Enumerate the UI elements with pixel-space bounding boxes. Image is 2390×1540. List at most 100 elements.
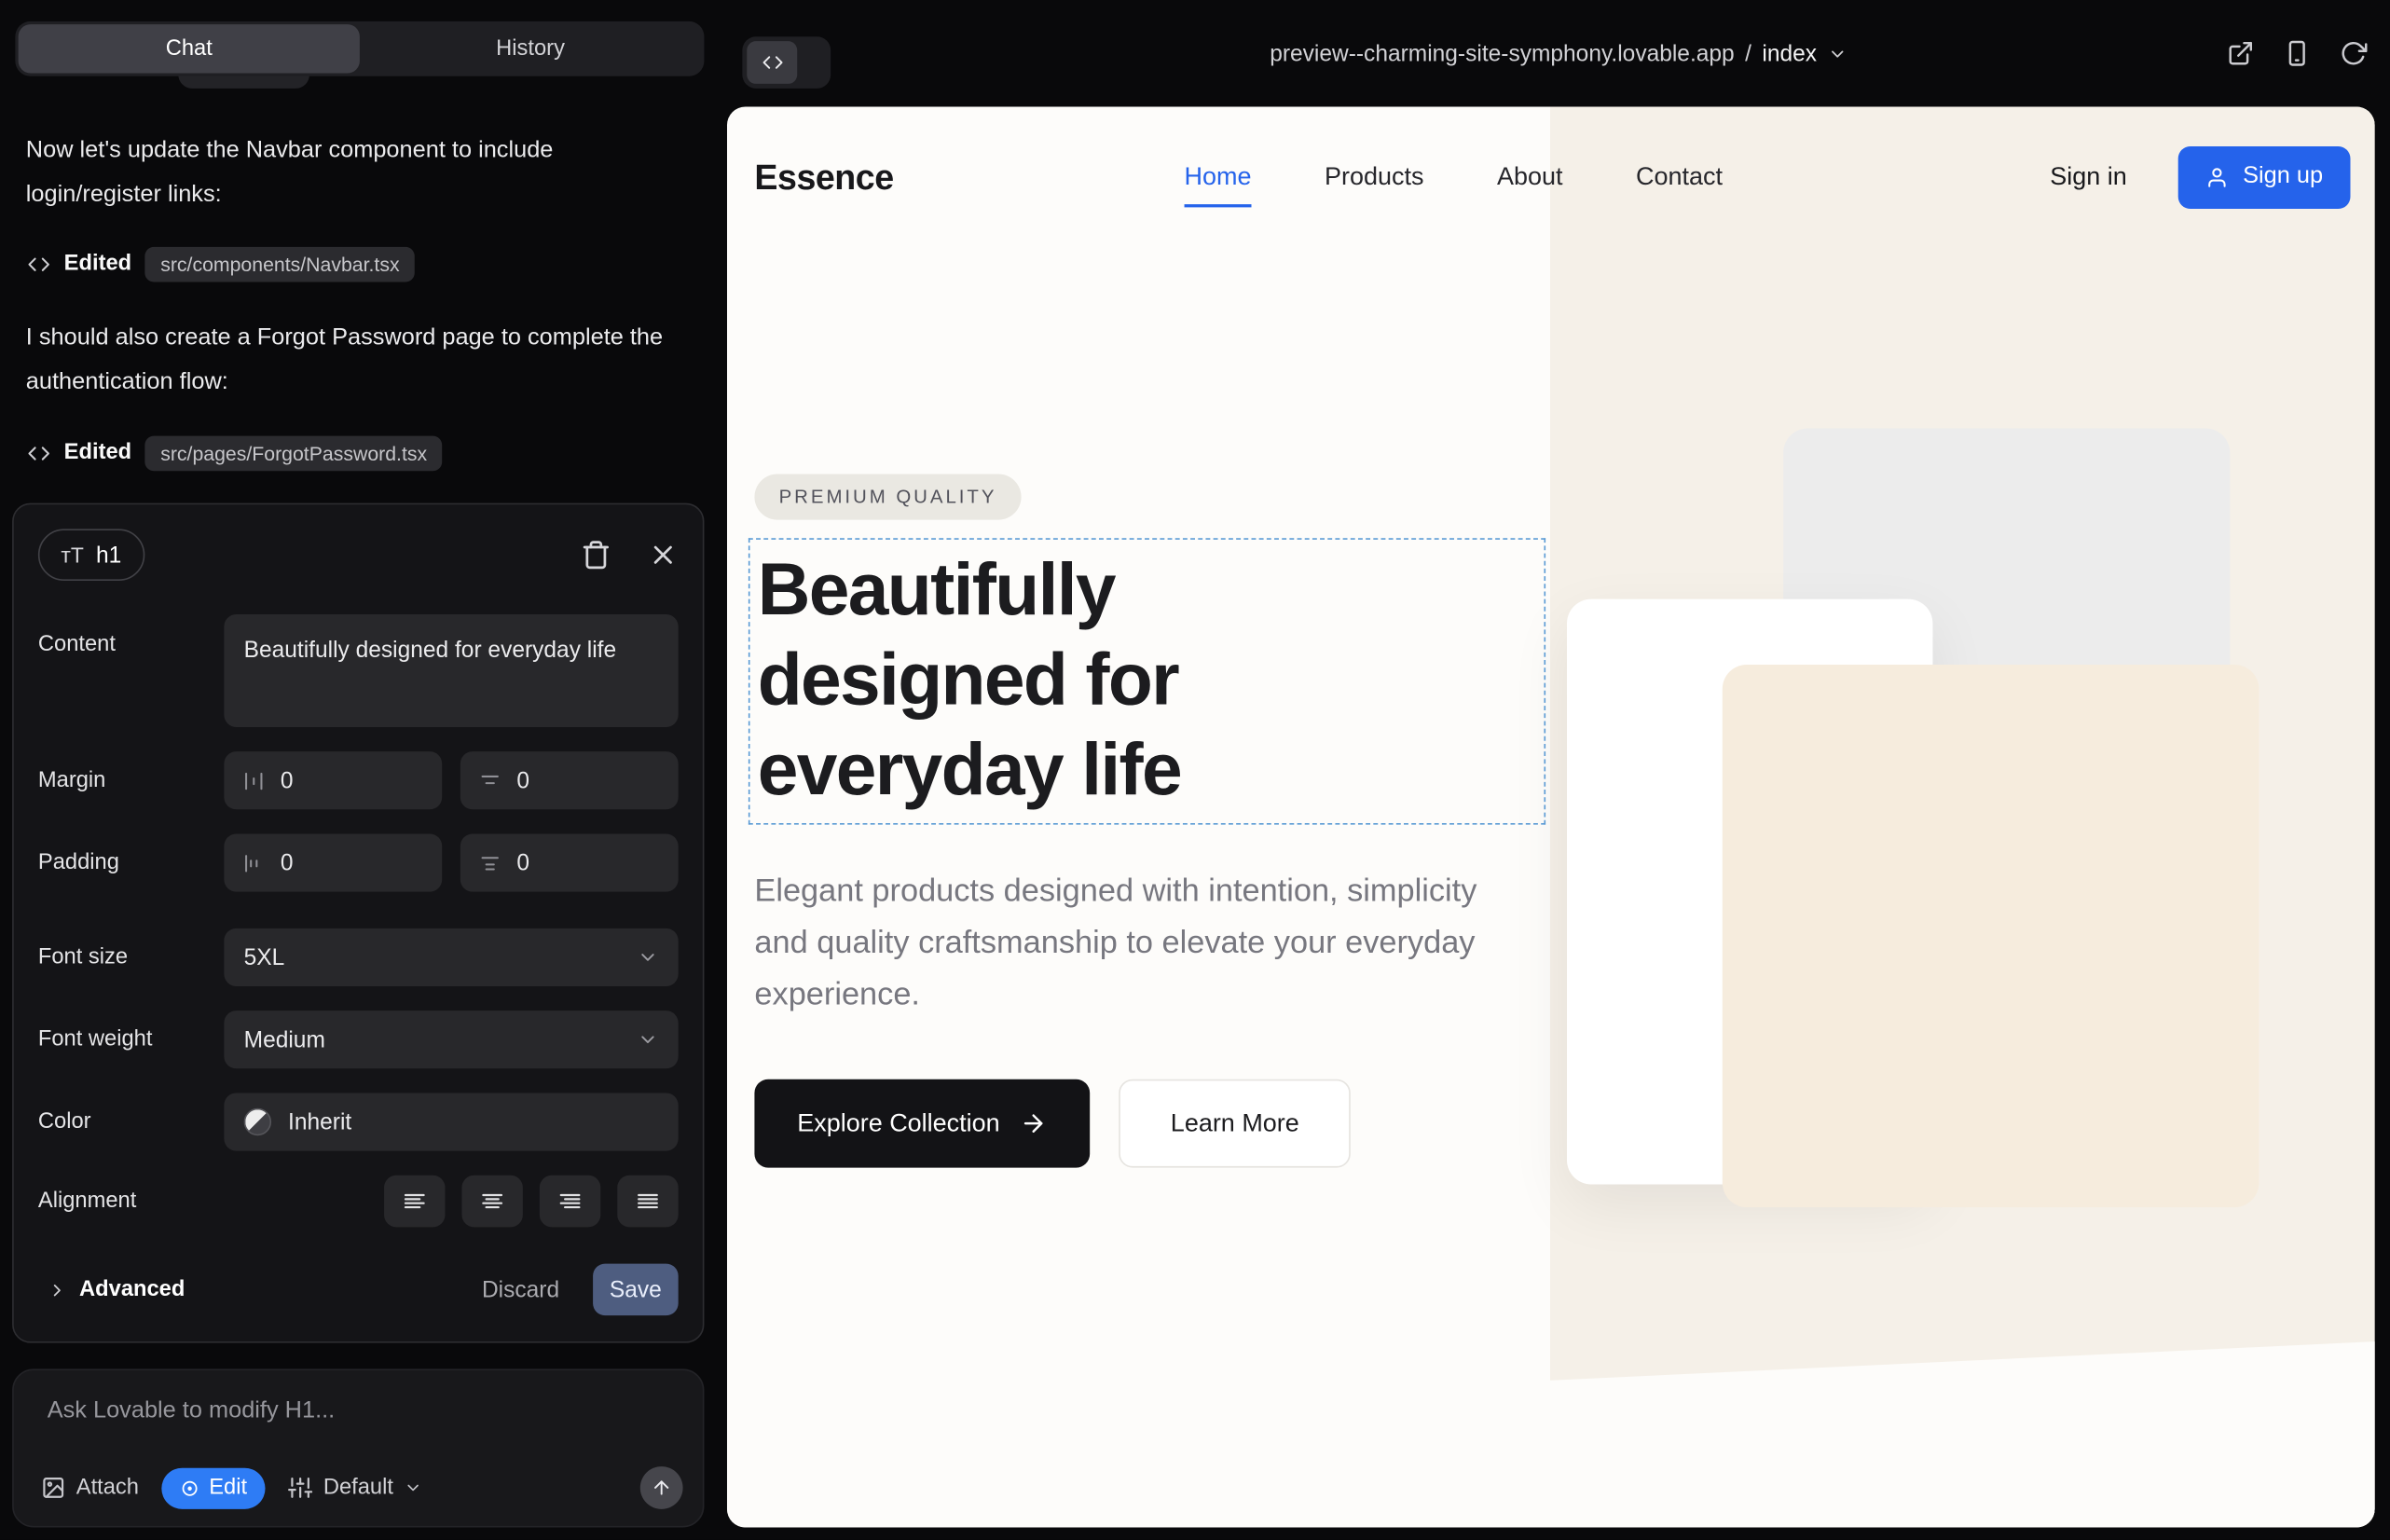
advanced-toggle[interactable]: Advanced [38,1277,185,1301]
h1-selection-box[interactable]: Beautifully designed for everyday life [749,538,1545,824]
nav-link-about[interactable]: About [1497,162,1563,191]
align-left-icon [403,1189,427,1213]
url-bar[interactable]: preview--charming-site-symphony.lovable.… [727,0,2390,106]
sign-up-button[interactable]: Sign up [2178,145,2350,208]
site-logo[interactable]: Essence [754,106,893,246]
align-right-icon [557,1189,582,1213]
edited-file-chip[interactable]: src/components/Navbar.tsx [145,246,415,282]
chevron-down-icon [638,1029,659,1051]
model-selector-label: Default [323,1476,393,1500]
sign-in-link[interactable]: Sign in [2050,162,2127,191]
code-icon [27,441,50,464]
prompt-composer: Attach Edit Default [12,1368,704,1527]
align-center-icon [480,1189,504,1213]
refresh-icon[interactable] [2340,40,2367,67]
learn-more-label: Learn More [1171,1109,1299,1138]
site-navbar: Essence Home Products About Contact Sign… [727,106,2375,246]
align-center-button[interactable] [461,1176,522,1228]
close-icon[interactable] [648,540,679,571]
font-size-select[interactable]: 5XL [224,928,678,986]
url-separator: / [1745,40,1751,66]
preview-actions [2227,0,2367,106]
arrow-up-icon [651,1478,672,1499]
edited-file-row: Edited src/pages/ForgotPassword.tsx [27,434,442,471]
padding-horizontal-icon [242,851,266,874]
padding-vertical-input[interactable]: 0 [460,833,679,891]
nav-link-products[interactable]: Products [1325,162,1423,191]
padding-horizontal-input[interactable]: 0 [224,833,442,891]
align-justify-icon [636,1189,660,1213]
content-label: Content [38,633,224,657]
chevron-down-icon [404,1478,422,1497]
margin-label: Margin [38,768,224,792]
font-size-label: Font size [38,945,224,969]
padding-horizontal-value: 0 [281,850,294,876]
delete-element-icon[interactable] [581,540,611,571]
align-left-button[interactable] [384,1176,445,1228]
model-selector[interactable]: Default [288,1476,422,1500]
margin-horizontal-value: 0 [281,767,294,793]
font-size-value: 5XL [244,944,638,970]
margin-vertical-input[interactable]: 0 [460,751,679,809]
hero-headline: Beautifully designed for everyday life [758,545,1310,815]
element-tag-label: h1 [96,542,121,568]
learn-more-button[interactable]: Learn More [1119,1079,1351,1168]
attach-button[interactable]: Attach [41,1476,139,1500]
content-field-row: Content Beautifully designed for everyda… [38,614,679,727]
save-button[interactable]: Save [593,1264,679,1316]
font-weight-field-row: Font weight Medium [38,1011,679,1068]
align-right-button[interactable] [540,1176,600,1228]
padding-vertical-value: 0 [516,850,529,876]
edited-label: Edited [64,252,131,276]
open-external-icon[interactable] [2227,40,2254,67]
preview-page-name: index [1762,40,1817,66]
tab-history[interactable]: History [360,24,701,73]
chat-message: Now let's update the Navbar component to… [26,128,691,216]
edited-file-row: Edited src/components/Navbar.tsx [27,245,415,282]
prompt-input[interactable] [44,1395,666,1464]
color-field-row: Color Inherit [38,1093,679,1150]
margin-horizontal-input[interactable]: 0 [224,751,442,809]
margin-horizontal-icon [242,769,266,792]
arrow-right-icon [1020,1109,1047,1136]
content-input[interactable]: Beautifully designed for everyday life [224,614,678,727]
discard-button[interactable]: Discard [482,1276,559,1302]
chat-panel: Chat History Now let's update the Navbar… [0,0,727,1540]
preview-toolbar: preview--charming-site-symphony.lovable.… [727,0,2390,106]
chevron-right-icon [48,1280,67,1299]
advanced-label: Advanced [79,1277,185,1301]
edit-mode-button[interactable]: Edit [162,1467,266,1508]
preview-url: preview--charming-site-symphony.lovable.… [1270,40,1735,66]
margin-vertical-value: 0 [516,767,529,793]
nav-link-home[interactable]: Home [1185,162,1252,191]
font-weight-select[interactable]: Medium [224,1011,678,1068]
edited-label: Edited [64,441,131,465]
mobile-view-icon[interactable] [2284,40,2311,67]
color-label: Color [38,1109,224,1134]
alignment-label: Alignment [38,1189,224,1213]
explore-collection-button[interactable]: Explore Collection [754,1079,1090,1168]
target-icon [180,1478,199,1497]
align-justify-button[interactable] [617,1176,678,1228]
send-button[interactable] [640,1466,683,1509]
edited-file-chip[interactable]: src/pages/ForgotPassword.tsx [145,435,443,471]
nav-link-contact[interactable]: Contact [1636,162,1723,191]
alignment-field-row: Alignment [38,1176,679,1228]
chevron-down-icon [1828,44,1847,63]
color-select[interactable]: Inherit [224,1093,678,1150]
editor-footer: Advanced Discard Save [38,1264,679,1316]
padding-label: Padding [38,850,224,874]
tab-chat[interactable]: Chat [19,24,360,73]
alignment-button-group [384,1176,679,1228]
hero-description: Elegant products designed with intention… [754,866,1504,1022]
margin-field-row: Margin 0 0 [38,751,679,809]
selected-element-pill[interactable]: тT h1 [38,529,144,581]
chevron-down-icon [638,946,659,968]
margin-vertical-icon [478,769,501,792]
sign-up-label: Sign up [2243,163,2323,190]
premium-quality-badge: PREMIUM QUALITY [754,474,1021,520]
image-icon [41,1476,65,1500]
font-size-icon: тT [61,543,83,567]
element-editor-panel: тT h1 Content Beautifully designed for e… [12,503,704,1343]
panel-tabs: Chat History [15,21,704,76]
